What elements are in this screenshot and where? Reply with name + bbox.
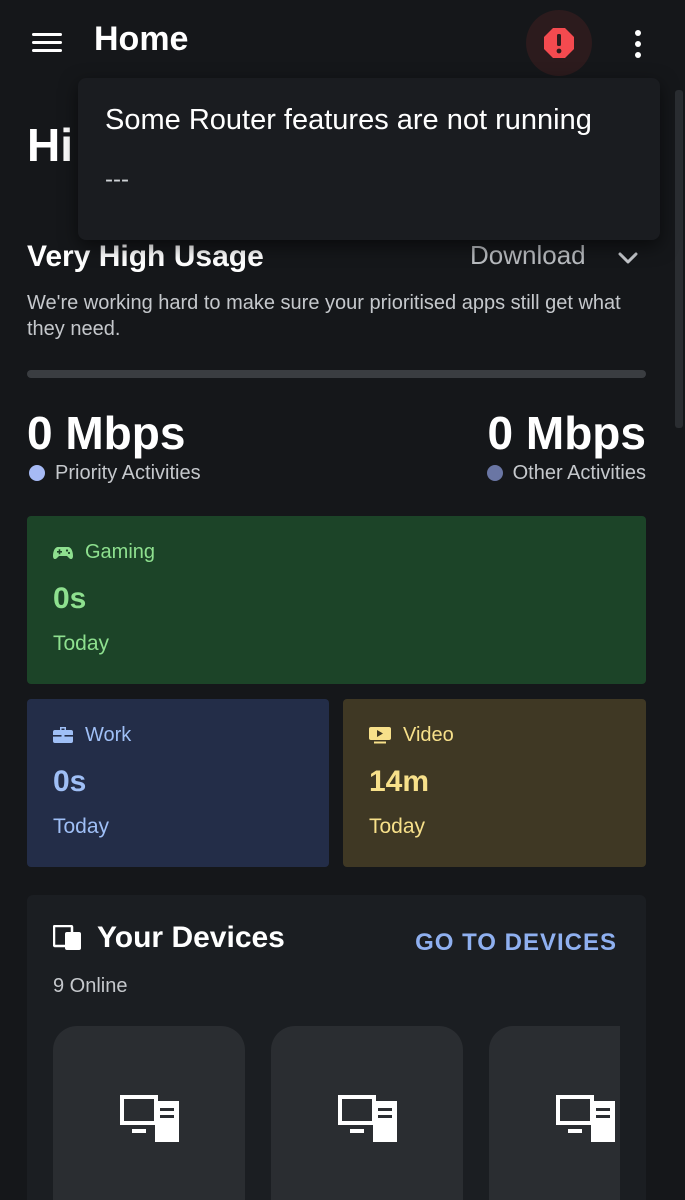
- video-label: Video: [403, 724, 454, 746]
- alert-button[interactable]: [526, 10, 592, 76]
- app-bar: Home: [0, 0, 685, 86]
- router-status-popup[interactable]: Some Router features are not running ---: [78, 78, 660, 240]
- priority-dot: [29, 465, 45, 481]
- priority-speed: 0 Mbps: [27, 407, 186, 459]
- usage-direction-label: Download: [470, 240, 586, 270]
- go-to-devices-link[interactable]: GO TO DEVICES: [415, 929, 617, 957]
- priority-legend: Priority Activities: [29, 462, 201, 485]
- briefcase-icon: [53, 727, 73, 743]
- devices-icon: [52, 924, 81, 950]
- alert-octagon-icon: [544, 28, 574, 58]
- devices-carousel[interactable]: [53, 1026, 620, 1200]
- video-value: 14m: [369, 765, 430, 798]
- popup-title: Some Router features are not running: [105, 104, 592, 136]
- page-title: Home: [94, 20, 189, 58]
- other-legend: Other Activities: [486, 462, 646, 485]
- usage-progress-bar: [27, 370, 646, 378]
- video-card[interactable]: Video 14m Today: [343, 699, 646, 867]
- priority-label: Priority Activities: [55, 462, 201, 484]
- devices-header: Your Devices: [52, 921, 285, 955]
- work-card[interactable]: Work 0s Today: [27, 699, 329, 867]
- work-header: Work: [53, 724, 131, 747]
- desktop-tower-icon: [556, 1095, 615, 1142]
- gaming-period: Today: [53, 632, 110, 655]
- gaming-label: Gaming: [85, 541, 156, 563]
- chevron-down-icon: [618, 252, 638, 264]
- popup-subtitle: ---: [105, 166, 129, 193]
- device-tile[interactable]: [53, 1026, 245, 1200]
- greeting: Hi: [27, 119, 73, 171]
- usage-title: Very High Usage: [27, 240, 264, 273]
- gaming-card[interactable]: Gaming 0s Today: [27, 516, 646, 684]
- video-icon: [369, 727, 391, 744]
- desktop-tower-icon: [338, 1095, 397, 1142]
- other-dot: [486, 465, 503, 481]
- video-period: Today: [369, 815, 426, 838]
- video-header: Video: [369, 724, 454, 747]
- gaming-value: 0s: [53, 582, 87, 615]
- other-speed: 0 Mbps: [487, 407, 646, 459]
- usage-description: We're working hard to make sure your pri…: [27, 292, 621, 340]
- work-label: Work: [85, 724, 132, 746]
- device-tile[interactable]: [489, 1026, 620, 1200]
- devices-title: Your Devices: [97, 921, 285, 954]
- gamepad-icon: [53, 547, 73, 560]
- more-vert-icon[interactable]: [622, 24, 654, 64]
- usage-direction-dropdown[interactable]: Download: [470, 240, 638, 280]
- work-period: Today: [53, 815, 110, 838]
- home-screen: Home Hi Very High Usage Download We're w…: [0, 0, 685, 1200]
- scrollbar[interactable]: [675, 90, 683, 428]
- menu-icon[interactable]: [26, 26, 68, 60]
- device-tile[interactable]: [271, 1026, 463, 1200]
- devices-online-count: 9 Online: [53, 975, 128, 997]
- desktop-tower-icon: [120, 1095, 179, 1142]
- devices-card: Your Devices GO TO DEVICES 9 Online: [27, 895, 646, 1200]
- work-value: 0s: [53, 765, 87, 798]
- other-label: Other Activities: [512, 462, 646, 484]
- gaming-header: Gaming: [53, 541, 155, 564]
